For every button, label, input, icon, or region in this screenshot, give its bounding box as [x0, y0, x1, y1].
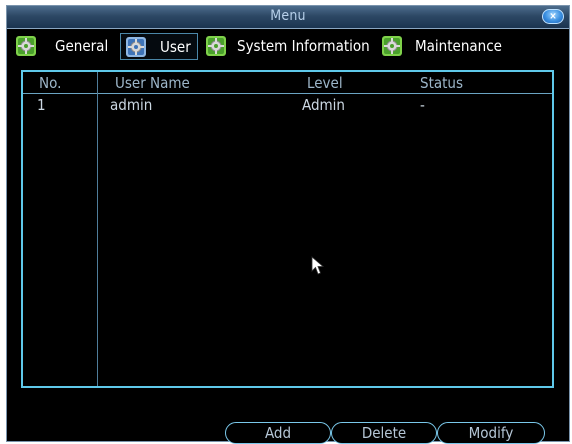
menu-window: Menu × General User System Information M… [6, 5, 570, 444]
add-button[interactable]: Add [225, 422, 331, 444]
settings-gear-icon [206, 36, 226, 56]
tab-system-information[interactable]: System Information [201, 33, 371, 60]
cell-no: 1 [37, 96, 46, 114]
tab-system-information-label: System Information [237, 37, 370, 55]
column-header-status[interactable]: Status [420, 74, 463, 92]
tab-maintenance[interactable]: Maintenance [377, 33, 512, 60]
settings-gear-icon [126, 37, 146, 57]
window-title: Menu [270, 8, 306, 24]
column-header-user-name[interactable]: User Name [115, 74, 190, 92]
cell-status: - [420, 96, 425, 114]
tab-maintenance-label: Maintenance [415, 37, 502, 55]
close-icon[interactable]: × [542, 9, 564, 24]
title-bar[interactable]: Menu × [7, 6, 569, 29]
tab-user-label: User [160, 38, 191, 56]
cell-level: Admin [302, 96, 345, 114]
cell-user-name: admin [110, 96, 153, 114]
column-header-level[interactable]: Level [307, 74, 343, 92]
tab-general[interactable]: General [11, 33, 112, 60]
tab-general-label: General [55, 37, 109, 55]
table-header: No. User Name Level Status [23, 72, 552, 94]
user-table: No. User Name Level Status 1 admin Admin… [21, 70, 554, 388]
mouse-pointer-icon [311, 256, 325, 275]
delete-button[interactable]: Delete [331, 422, 437, 444]
settings-gear-icon [382, 36, 402, 56]
settings-gear-icon [16, 36, 36, 56]
table-row[interactable]: 1 admin Admin - [23, 94, 552, 116]
column-header-no[interactable]: No. [39, 74, 61, 92]
modify-button[interactable]: Modify [437, 422, 545, 444]
column-divider [97, 72, 98, 386]
tab-bar: General User System Information Maintena… [7, 29, 569, 63]
tab-user[interactable]: User [120, 33, 198, 60]
